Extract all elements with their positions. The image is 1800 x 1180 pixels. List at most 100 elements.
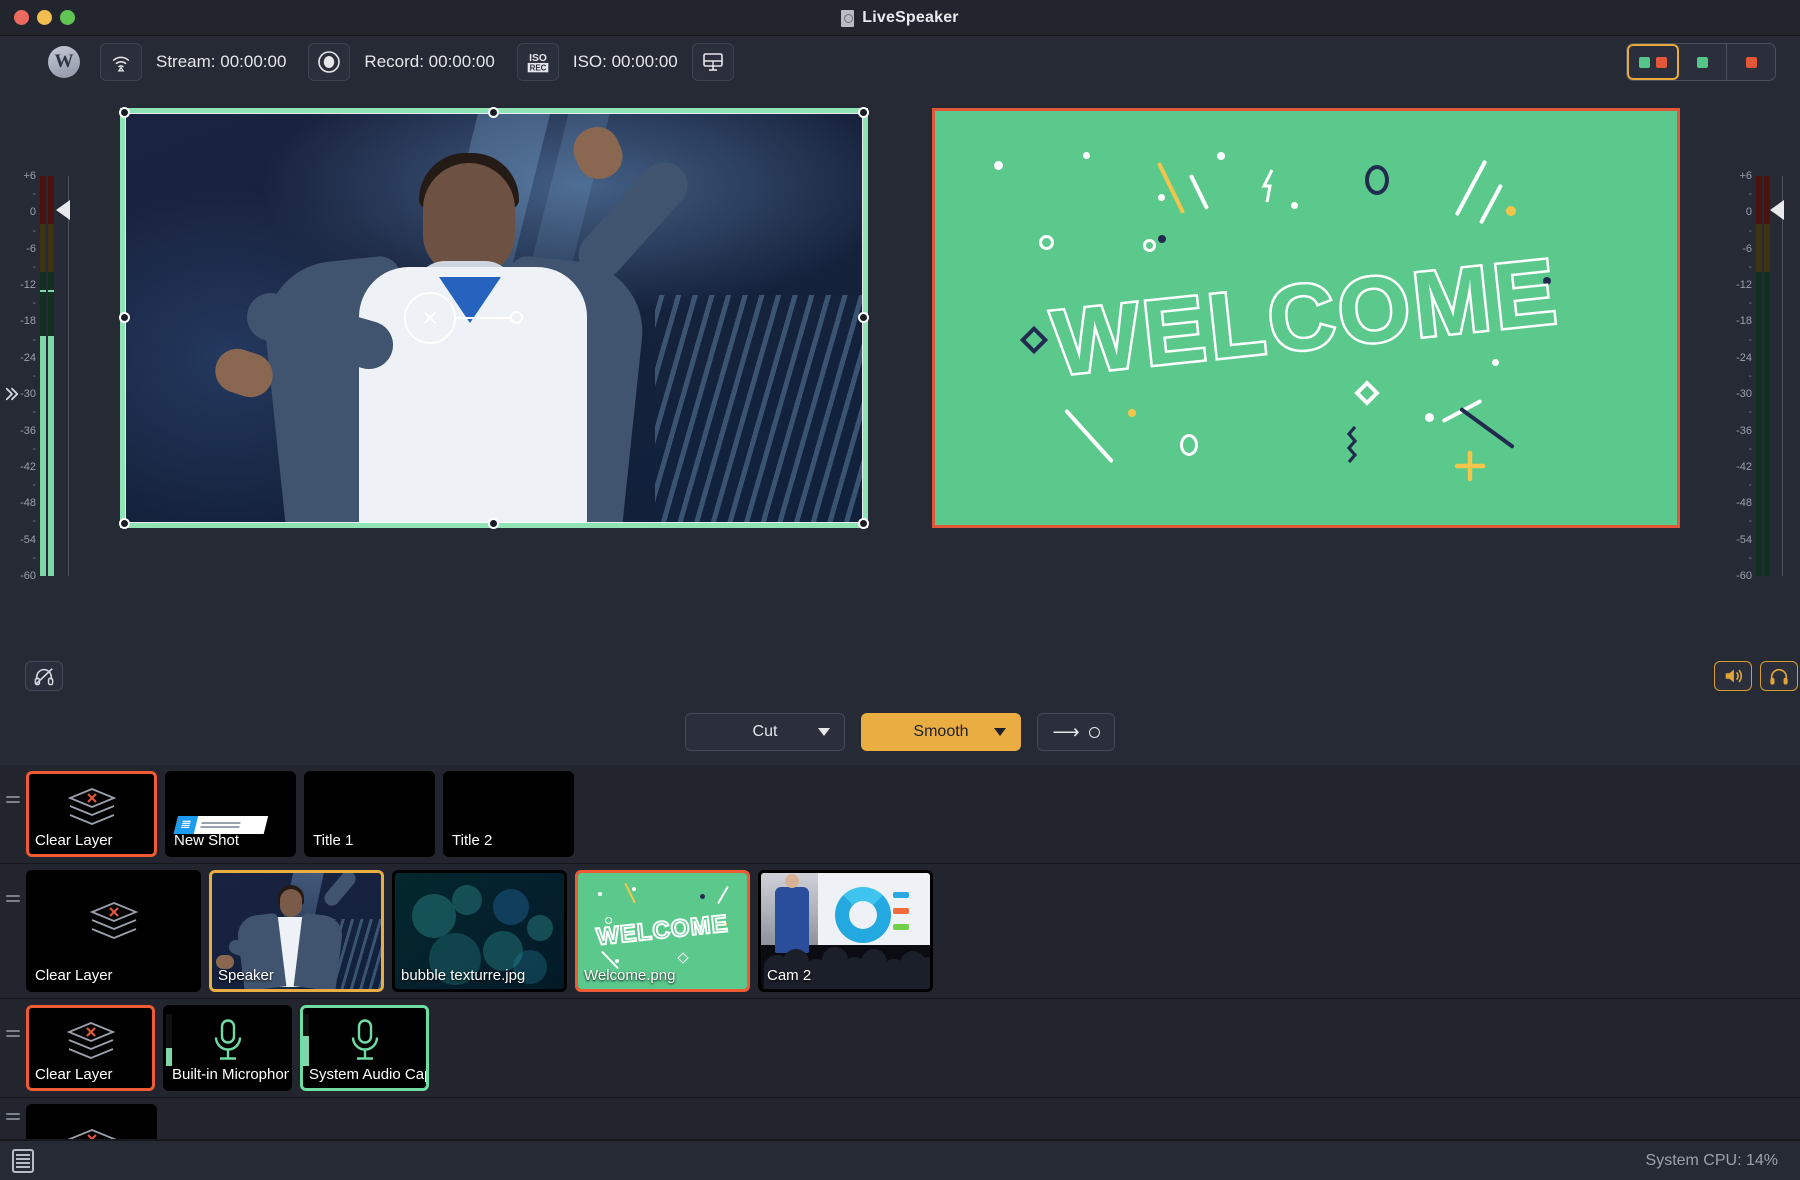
layer-row-1: Clear Layer 𝌆 New Shot Title 1 Title 2 [0, 765, 1800, 864]
program-speaker-button[interactable] [1714, 661, 1752, 691]
meter-tick-minor: - [32, 552, 36, 564]
record-circle-icon [317, 50, 341, 74]
resize-handle-top-left[interactable] [119, 107, 130, 118]
rotate-handle-icon[interactable] [510, 311, 523, 324]
preview-fader-knob[interactable] [56, 200, 70, 220]
close-x-icon[interactable]: ✕ [404, 292, 456, 344]
resize-handle-bottom-center[interactable] [488, 518, 499, 529]
cpu-usage-label: System CPU: 14% [1646, 1152, 1778, 1170]
preview-fader-track[interactable] [68, 176, 69, 576]
layer-cell-label: Cam 2 [761, 964, 930, 989]
row-drag-handle[interactable] [0, 1005, 26, 1040]
layer-cell-label: bubble texturre.jpg [395, 964, 564, 989]
layer-cell-label: Title 2 [446, 829, 571, 854]
meter-tick-minor: - [1748, 334, 1752, 346]
row-drag-handle[interactable] [0, 870, 26, 905]
headphones-icon [1768, 666, 1790, 686]
layer-cell-clear-layer[interactable] [26, 1104, 157, 1140]
program-video-image: WELCOME [935, 111, 1677, 525]
layer-cell-clear-layer[interactable]: Clear Layer [26, 1005, 155, 1091]
layer-cell-new-shot[interactable]: 𝌆 New Shot [165, 771, 296, 857]
program-fader-knob[interactable] [1770, 200, 1784, 220]
headphones-muted-icon [33, 666, 55, 686]
row-drag-handle[interactable] [0, 1104, 26, 1123]
layer-cell-bubble-texture[interactable]: bubble texturre.jpg [392, 870, 567, 992]
layer-cell-system-audio-capture[interactable]: System Audio Captu [300, 1005, 429, 1091]
maximize-button[interactable] [60, 10, 75, 25]
layer-cell-built-in-microphone[interactable]: Built-in Microphone [163, 1005, 292, 1091]
meter-tick-minor: - [1748, 515, 1752, 527]
notepad-icon[interactable] [12, 1149, 34, 1173]
layer-cell-welcome[interactable]: WELCOME Welcome.png [575, 870, 750, 992]
transition-style-dropdown[interactable]: Smooth [861, 713, 1021, 751]
stream-signal-icon [110, 51, 132, 73]
meter-tick-label: -60 [1736, 570, 1752, 582]
title-bar: LiveSpeaker [0, 0, 1800, 36]
record-button[interactable] [308, 43, 350, 81]
meter-bar-ch2 [1764, 176, 1770, 576]
auto-transition-button[interactable]: ⟶ [1037, 713, 1115, 751]
meter-tick-label: -36 [1736, 425, 1752, 437]
layer-cell-speaker[interactable]: Speaker [209, 870, 384, 992]
program-monitor-pane: WELCOME [900, 88, 1712, 699]
resize-handle-top-center[interactable] [488, 107, 499, 118]
meter-tick-minor: - [32, 406, 36, 418]
meter-bar-ch1 [40, 176, 46, 576]
layout-preview-button[interactable] [1679, 44, 1727, 80]
minimize-button[interactable] [37, 10, 52, 25]
transition-bar: Cut Smooth ⟶ [0, 699, 1800, 765]
resize-handle-middle-right[interactable] [858, 312, 869, 323]
meter-tick-label: +6 [1739, 170, 1752, 182]
meter-tick-minor: - [1748, 406, 1752, 418]
layer-row-2: Clear Layer Speaker [0, 864, 1800, 999]
layer-row-3: Clear Layer Built-in Microphone [0, 999, 1800, 1098]
layout-program-button[interactable] [1727, 44, 1775, 80]
sidebar-expand-button[interactable] [0, 367, 24, 421]
row-3-cells: Clear Layer Built-in Microphone [26, 1005, 429, 1091]
layers-x-icon [62, 785, 122, 833]
meter-tick-label: 0 [1746, 206, 1752, 218]
layer-cell-title-1[interactable]: Title 1 [304, 771, 435, 857]
monitor-stage: +6-0--6--12--18--24--30--36--42--48--54-… [0, 88, 1800, 699]
layout-swatch-red [1746, 57, 1757, 68]
resize-handle-middle-left[interactable] [119, 312, 130, 323]
layer-cell-clear-layer[interactable]: Clear Layer [26, 771, 157, 857]
traffic-lights [0, 10, 75, 25]
program-audio-meter: +6-0--6--12--18--24--30--36--42--48--54-… [1712, 88, 1800, 699]
layers-x-icon [61, 1019, 121, 1067]
preview-monitor-mute-button[interactable] [25, 661, 63, 691]
iso-record-button[interactable]: ISO REC [517, 43, 559, 81]
program-headphones-button[interactable] [1760, 661, 1798, 691]
chevron-down-icon [994, 728, 1006, 736]
meter-tick-label: -42 [20, 461, 36, 473]
meter-scale-right: +6-0--6--12--18--24--30--36--42--48--54-… [1718, 176, 1752, 576]
meter-tick-label: -6 [1742, 243, 1752, 255]
meter-tick-minor: - [32, 297, 36, 309]
layer-cell-label: System Audio Captu [303, 1063, 426, 1088]
meter-tick-minor: - [32, 188, 36, 200]
meter-tick-label: 0 [30, 206, 36, 218]
circle-outline-icon [1089, 727, 1100, 738]
stream-button[interactable] [100, 43, 142, 81]
layout-dual-button[interactable] [1627, 44, 1679, 80]
close-button[interactable] [14, 10, 29, 25]
layer-cell-title-2[interactable]: Title 2 [443, 771, 574, 857]
transition-type-dropdown[interactable]: Cut [685, 713, 845, 751]
program-monitor[interactable]: WELCOME [932, 108, 1680, 528]
program-fader-track[interactable] [1782, 176, 1783, 576]
layer-cell-cam-2[interactable]: Cam 2 [758, 870, 933, 992]
meter-tick-label: -48 [20, 497, 36, 509]
app-window: LiveSpeaker W Stream: 00:00:00 Record: 0… [0, 0, 1800, 1180]
resize-handle-bottom-left[interactable] [119, 518, 130, 529]
layout-swatch-red [1656, 57, 1667, 68]
resize-handle-top-right[interactable] [858, 107, 869, 118]
multi-display-button[interactable] [692, 43, 734, 81]
window-title: LiveSpeaker [862, 9, 958, 27]
layer-cell-clear-layer[interactable]: Clear Layer [26, 870, 201, 992]
meter-tick-label: -48 [1736, 497, 1752, 509]
preview-monitor[interactable]: ✕ [120, 108, 868, 528]
resize-handle-bottom-right[interactable] [858, 518, 869, 529]
layer-cell-label: Clear Layer [29, 829, 154, 854]
meter-tick-minor: - [32, 370, 36, 382]
row-drag-handle[interactable] [0, 771, 26, 806]
